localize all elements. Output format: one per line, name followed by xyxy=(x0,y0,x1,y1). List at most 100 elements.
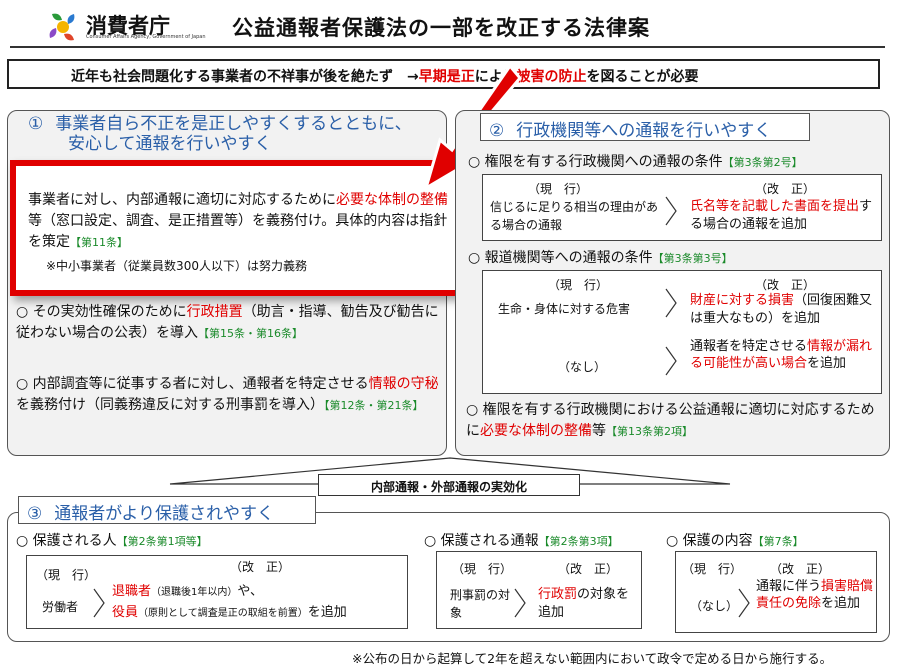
section1-number: ① xyxy=(28,114,44,134)
chevron-right-icon xyxy=(665,196,677,226)
sub-label: 保護される人 xyxy=(32,533,117,549)
sub-label: 保護される通報 xyxy=(440,533,539,549)
connector-label: 内部通報・外部通報の実効化 xyxy=(318,474,580,496)
banner-highlight: 被害の防止 xyxy=(516,69,587,85)
chevron-right-icon xyxy=(514,588,526,618)
logo xyxy=(44,10,82,48)
revised-header: （改 正） xyxy=(755,278,816,292)
banner-text: を図ることが必要 xyxy=(586,69,699,85)
current-text: 生命・身体に対する危害 xyxy=(498,302,631,316)
section2-title-text: 行政機関等への通報を行いやすく xyxy=(516,121,772,141)
revised-text: 行政罰の対象を追加 xyxy=(538,586,638,622)
revised-text-part: 通報に伴う xyxy=(756,579,822,594)
section3-col3-label: ○ 保護の内容【第7条】 xyxy=(666,531,804,552)
sub-label: 保護の内容 xyxy=(682,533,753,549)
revised-text-part: や、 xyxy=(237,584,264,599)
revised-text-part: を追加 xyxy=(807,356,847,371)
bullet-circle-icon: ○ xyxy=(466,402,483,418)
callout-text: 事業者に対し、内部通報に適切に対応するために必要な体制の整備等（窓口設定、調査、… xyxy=(28,190,453,253)
article-ref: 【第2条第1項等】 xyxy=(116,535,208,548)
revised-text-part: を追加 xyxy=(307,605,347,620)
current-text: （なし） xyxy=(558,360,607,374)
bullet-circle-icon: ○ xyxy=(468,154,485,170)
current-header: （現 行） xyxy=(682,562,743,576)
revised-header: （改 正） xyxy=(755,182,816,196)
bullet-highlight: 必要な体制の整備 xyxy=(480,423,592,439)
revised-highlight: 財産に対する損害 xyxy=(690,293,795,308)
section3-title-text: 通報者がより保護されやすく xyxy=(54,504,275,524)
page-title: 公益通報者保護法の一部を改正する法律案 xyxy=(232,16,650,40)
revised-text: 通報者を特定させる情報が漏れる可能性が高い場合を追加 xyxy=(690,338,880,372)
article-ref: 【第3条第2号】 xyxy=(722,156,803,169)
bullet-text: 等 xyxy=(592,423,606,439)
sub-label: 権限を有する行政機関への通報の条件 xyxy=(484,154,723,170)
section2-number: ② xyxy=(489,121,505,141)
chevron-right-icon xyxy=(665,288,677,318)
section2-sub2-box xyxy=(482,270,882,394)
article-ref: 【第11条】 xyxy=(70,236,128,249)
section3-col1-label: ○ 保護される人【第2条第1項等】 xyxy=(16,531,208,552)
current-header: （現 行） xyxy=(36,568,97,582)
bullet-circle-icon: ○ xyxy=(424,533,441,549)
bullet-circle-icon: ○ xyxy=(666,533,683,549)
revised-note: （原則として調査是正の取組を前置） xyxy=(138,608,308,619)
revised-highlight: 退職者 xyxy=(112,584,152,599)
revised-highlight: 行政罰 xyxy=(538,587,578,602)
section3-number: ③ xyxy=(27,504,43,524)
chevron-right-icon xyxy=(93,588,105,618)
current-text: 信じるに足りる相当の理由がある場合の通報 xyxy=(490,200,659,232)
article-ref: 【第3条第3号】 xyxy=(652,252,733,265)
chevron-right-icon xyxy=(738,588,750,618)
bullet-text: その実効性確保のために xyxy=(32,304,187,320)
section3-title: ③ 通報者がより保護されやすく xyxy=(18,496,316,524)
revised-header: （改 正） xyxy=(558,562,619,576)
current-text: （なし） xyxy=(690,599,739,613)
section3-col2-label: ○ 保護される通報【第2条第3項】 xyxy=(424,531,619,552)
footer-note: ※公布の日から起算して2年を超えない範囲内において政令で定める日から施行する。 xyxy=(352,651,833,666)
revised-text-part: 通報者を特定させる xyxy=(690,339,808,354)
revised-note: （退職後1年以内） xyxy=(151,587,238,598)
article-ref: 【第7条】 xyxy=(752,535,804,548)
callout-note: ※中小事業者（従業員数300人以下）は努力義務 xyxy=(46,259,307,273)
bullet-circle-icon: ○ xyxy=(468,250,485,266)
revised-text: 氏名等を記載した書面を提出する場合の通報を追加 xyxy=(690,198,880,234)
article-ref: 【第13条第2項】 xyxy=(606,425,693,438)
logo-subtext: Consumer Affairs Agency, Government of J… xyxy=(86,34,206,40)
current-header: （現 行） xyxy=(452,562,513,576)
bullet-circle-icon: ○ xyxy=(16,376,33,392)
current-header: （現 行） xyxy=(528,182,589,196)
bullet-highlight: 情報の守秘 xyxy=(368,376,439,392)
banner-text: 近年も社会問題化する事業者の不祥事が後を絶たず → xyxy=(71,69,419,85)
current-text: 刑事罰の対象 xyxy=(450,588,511,620)
section1-bullet3: ○ 内部調査等に従事する者に対し、通報者を特定させる情報の守秘を義務付け（同義務… xyxy=(16,374,441,416)
section2-sub1-label: ○ 権限を有する行政機関への通報の条件【第3条第2号】 xyxy=(468,152,803,173)
revised-text: 財産に対する損害（回復困難又は重大なもの）を追加 xyxy=(690,292,880,328)
article-ref: 【第12条・第21条】 xyxy=(324,399,424,412)
article-ref: 【第2条第3項】 xyxy=(538,535,619,548)
section2-title: ② 行政機関等への通報を行いやすく xyxy=(480,113,810,141)
revised-header: （改 正） xyxy=(770,562,831,576)
bullet-text: 内部調査等に従事する者に対し、通報者を特定させる xyxy=(32,376,369,392)
bullet-circle-icon: ○ xyxy=(16,304,33,320)
section1-title-text: 事業者自ら不正を是正しやすくするとともに、 xyxy=(55,114,412,134)
revised-text-part: を追加 xyxy=(821,596,861,611)
revised-text: 退職者（退職後1年以内）や、 役員（原則として調査是正の取組を前置）を追加 xyxy=(112,582,402,624)
section1-title-text2: 安心して通報を行いやすく xyxy=(68,134,272,154)
current-header: （現 行） xyxy=(548,278,609,292)
revised-text: 通報に伴う損害賠償責任の免除を追加 xyxy=(756,578,874,612)
chevron-right-icon xyxy=(665,346,677,376)
logo-icon xyxy=(49,13,75,41)
revised-header: （改 正） xyxy=(230,560,291,574)
bullet-highlight: 行政措置 xyxy=(186,304,243,320)
sub-label: 報道機関等への通報の条件 xyxy=(484,250,653,266)
section2-sub2-label: ○ 報道機関等への通報の条件【第3条第3号】 xyxy=(468,248,733,269)
section1-title: ① 事業者自ら不正を是正しやすくするとともに、 安心して通報を行いやすく xyxy=(18,114,443,156)
section1-bullet2: ○ その実効性確保のために行政措置（助言・指導、勧告及び勧告に従わない場合の公表… xyxy=(16,302,441,344)
bullet-circle-icon: ○ xyxy=(16,533,33,549)
callout-text-part: 事業者に対し、内部通報に適切に対応するために xyxy=(28,192,336,208)
revised-highlight: 氏名等を記載した書面を提出 xyxy=(690,199,860,214)
article-ref: 【第15条・第16条】 xyxy=(198,327,303,340)
header-divider xyxy=(10,46,885,48)
revised-highlight: 役員 xyxy=(112,605,139,620)
section2-bullet: ○ 権限を有する行政機関における公益通報に適切に対応するために必要な体制の整備等… xyxy=(466,400,884,442)
